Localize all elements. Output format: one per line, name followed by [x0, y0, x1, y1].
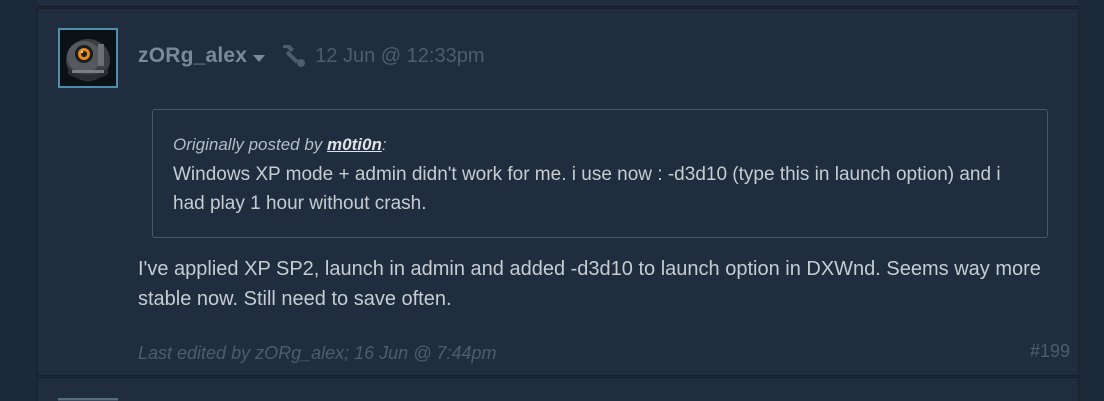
quote-header: Originally posted by m0ti0n: [173, 132, 1027, 158]
quote-suffix: : [381, 135, 387, 154]
post-body: I've applied XP SP2, launch in admin and… [138, 258, 1041, 310]
edited-note: Last edited by zORg_alex; 16 Jun @ 7:44p… [138, 343, 497, 364]
author-name-link[interactable]: zORg_alex [138, 44, 247, 68]
edited-author: zORg_alex [255, 343, 345, 363]
chevron-down-icon[interactable] [253, 54, 266, 62]
robot-avatar-icon [60, 30, 116, 86]
forum-post: zORg_alex 12 Jun @ 12:33pm Originally po… [38, 9, 1078, 375]
edited-prefix: Last edited by [138, 343, 256, 363]
previous-post [38, 0, 1078, 7]
quote-prefix: Originally posted by [173, 135, 328, 154]
quote-block: Originally posted by m0ti0n: Windows XP … [152, 109, 1048, 238]
post-number-link[interactable]: #199 [1030, 341, 1070, 362]
edited-suffix: ; 16 Jun @ 7:44pm [344, 343, 497, 363]
quote-text: Windows XP mode + admin didn't work for … [173, 164, 1001, 214]
forum-thread: zORg_alex 12 Jun @ 12:33pm Originally po… [0, 0, 1104, 401]
quote-author-link[interactable]: m0ti0n [327, 135, 382, 154]
post-header: zORg_alex 12 Jun @ 12:33pm [138, 43, 484, 69]
next-post [38, 378, 1078, 401]
avatar[interactable] [58, 28, 118, 88]
hammer-icon [279, 43, 307, 69]
post-timestamp[interactable]: 12 Jun @ 12:33pm [315, 45, 484, 68]
